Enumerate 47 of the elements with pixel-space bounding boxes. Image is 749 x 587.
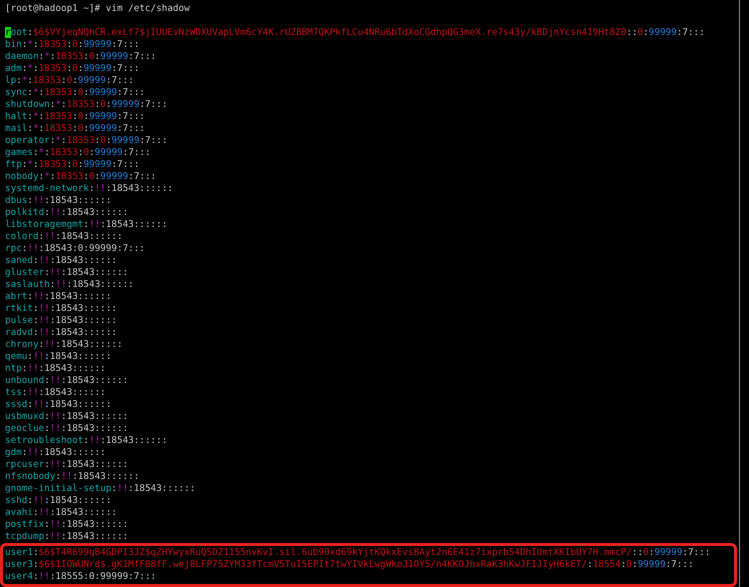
- shadow-line: avahi:!!:18543::::::: [4, 507, 118, 519]
- shadow-line: ntp:!!:18543::::::: [4, 363, 107, 375]
- shadow-line: gdm:!!:18543::::::: [4, 447, 107, 459]
- shadow-line: adm:*:18353:0:99999:7:::: [4, 63, 140, 75]
- shadow-line: ftp:*:18353:0:99999:7:::: [4, 159, 140, 171]
- shadow-line: shutdown:*:18353:0:99999:7:::: [4, 99, 168, 111]
- shadow-line: halt:*:18353:0:99999:7:::: [4, 111, 146, 123]
- shadow-line: rpc:!!:18543:0:99999:7:::: [4, 243, 146, 255]
- shadow-line: setroubleshoot:!!:18543::::::: [4, 435, 168, 447]
- shadow-line: nfsnobody:!!:18543::::::: [4, 471, 140, 483]
- shadow-line: lp:*:18353:0:99999:7:::: [4, 75, 135, 87]
- shadow-line: user1:$6$T4R699qB4GDPI3JZ$qZHYwyxRuQSDZ1155nvKvI.sil.6uD90xd69kYjtKQkxEvsBAyt2n6E41z7ixprbS4DhIUmtXKIbUY7H.mmcP/::0:99999:7:::: [4, 547, 712, 559]
- shadow-line: root:$6$VYjeqNQhCR.exLf7$jIUUEvNzWDXUVapLVm6cY4K.rUZ8BM7QKPkfLCu4NRu6bTdXoCGdhpQG3meX.re7s43y/kBDjnYcsn419Ht8Z0::0:99999:7:::: [4, 27, 706, 39]
- shadow-line: sssd:!!:18543::::::: [4, 399, 112, 411]
- shadow-line: gluster:!!:18543::::::: [4, 267, 130, 279]
- shadow-line: operator:*:18353:0:99999:7:::: [4, 135, 168, 147]
- shadow-line: saned:!!:18543::::::: [4, 255, 118, 267]
- shadow-line: tcpdump:!!:18543::::::: [4, 531, 130, 543]
- shadow-line: rpcuser:!!:18543::::::: [4, 459, 130, 471]
- shadow-line: systemd-network:!!:18543::::::: [4, 183, 174, 195]
- shadow-line: nobody:*:18353:0:99999:7:::: [4, 171, 158, 183]
- shadow-line: rtkit:!!:18543::::::: [4, 303, 118, 315]
- shadow-line: polkitd:!!:18543::::::: [4, 207, 130, 219]
- shell-prompt: [root@hadoop1 ~]# vim /etc/shadow: [4, 3, 191, 15]
- shadow-line: daemon:*:18353:0:99999:7:::: [4, 51, 158, 63]
- shadow-line: libstoragemgmt:!!:18543::::::: [4, 219, 168, 231]
- shadow-line: usbmuxd:!!:18543::::::: [4, 411, 130, 423]
- shadow-line: colord:!!:18543::::::: [4, 231, 124, 243]
- shadow-line: postfix:!!:18543::::::: [4, 519, 130, 531]
- shadow-line: radvd:!!:18543::::::: [4, 327, 118, 339]
- shadow-line: chrony:!!:18543::::::: [4, 339, 124, 351]
- shadow-line: mail:*:18353:0:99999:7:::: [4, 123, 146, 135]
- shadow-line: tss:!!:18543::::::: [4, 387, 107, 399]
- shadow-line: sync:*:18353:0:99999:7:::: [4, 87, 146, 99]
- shadow-line: gnome-initial-setup:!!:18543::::::: [4, 483, 196, 495]
- shadow-line: geoclue:!!:18543::::::: [4, 423, 130, 435]
- shadow-line: qemu:!!:18543::::::: [4, 351, 112, 363]
- shadow-line: dbus:!!:18543::::::: [4, 195, 112, 207]
- shadow-line: saslauth:!!:18543::::::: [4, 279, 135, 291]
- shadow-line: user3:$6$1IOWUNrd$.gK1MfF08fF.wej8LFP75ZYM33fTcmV5TuI5EPIt7twYIVkLwgWkoJ1OYS/n4KKOJhxRaK3hKwJFIJIyH6kET/:18554:0:99999:7:::: [4, 559, 695, 571]
- shadow-line: bin:*:18353:0:99999:7:::: [4, 39, 140, 51]
- shadow-line: abrt:!!:18543::::::: [4, 291, 112, 303]
- shadow-line: unbound:!!:18543::::::: [4, 375, 130, 387]
- shadow-line: user4:!!:18555:0:99999:7:::: [4, 571, 158, 583]
- shadow-line: pulse:!!:18543::::::: [4, 315, 118, 327]
- shadow-line: sshd:!!:18543::::::: [4, 495, 112, 507]
- shadow-line: games:*:18353:0:99999:7:::: [4, 147, 152, 159]
